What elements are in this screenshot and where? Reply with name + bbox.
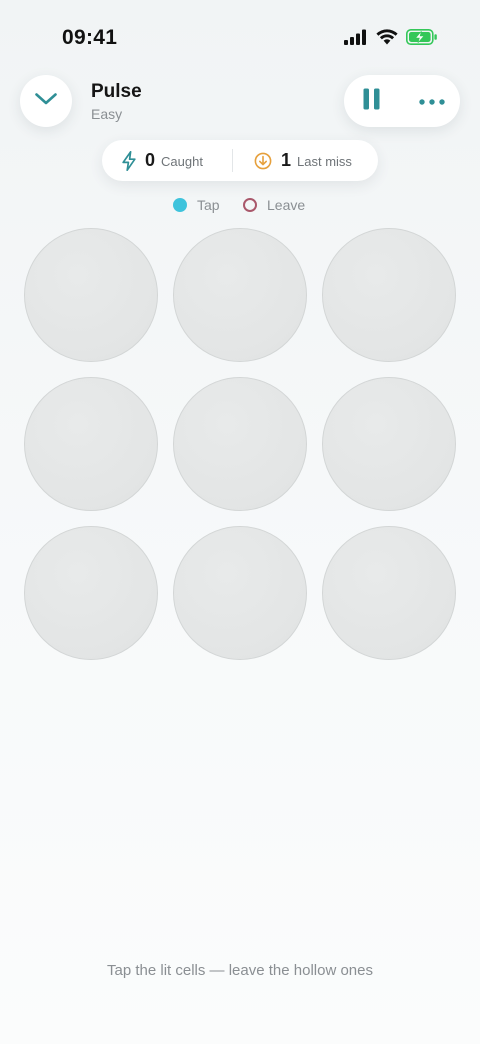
- more-horizontal-icon: [419, 92, 445, 110]
- legend-tap-label: Tap: [197, 197, 220, 213]
- caught-stat: 0 Caught: [122, 140, 203, 181]
- grid-cell[interactable]: [173, 377, 307, 511]
- grid-cell[interactable]: [322, 377, 456, 511]
- legend: Tap Leave: [0, 194, 480, 216]
- collapse-button[interactable]: [20, 75, 72, 127]
- pause-icon: [363, 88, 381, 115]
- grid-cell[interactable]: [173, 228, 307, 362]
- down-arrow-circle-icon: [254, 152, 272, 170]
- last-miss-stat: 1 Last miss: [254, 140, 352, 181]
- wifi-icon: [376, 29, 398, 45]
- legend-leave: Leave: [243, 194, 305, 216]
- status-bar: 09:41: [0, 0, 480, 70]
- grid-cell[interactable]: [24, 526, 158, 660]
- last-miss-label: Last miss: [297, 154, 352, 169]
- legend-leave-label: Leave: [267, 197, 306, 213]
- caught-value: 0: [145, 150, 156, 170]
- lightning-bolt-icon: [122, 150, 136, 171]
- status-time: 09:41: [62, 26, 118, 49]
- chevron-down-icon: [34, 92, 58, 111]
- grid-cell[interactable]: [322, 228, 456, 362]
- caught-label: Caught: [161, 154, 203, 169]
- last-miss-value: 1: [281, 150, 292, 170]
- stats-bar: 0 Caught 1 Last miss: [102, 140, 378, 181]
- cellular-signal-icon: [344, 29, 368, 45]
- hollow-dot-icon: [243, 198, 257, 212]
- legend-tap: Tap: [173, 194, 220, 216]
- stats-divider: [232, 149, 233, 172]
- game-title: Pulse: [91, 81, 142, 102]
- game-grid: [24, 228, 456, 660]
- difficulty-label: Easy: [91, 106, 123, 122]
- pause-button[interactable]: [356, 85, 388, 117]
- battery-charging-icon: [406, 29, 438, 45]
- grid-cell[interactable]: [322, 526, 456, 660]
- title-block: Pulse Easy: [91, 81, 142, 124]
- status-icons: [344, 29, 438, 45]
- game-controls: [344, 75, 460, 127]
- grid-cell[interactable]: [24, 377, 158, 511]
- filled-dot-icon: [173, 198, 187, 212]
- grid-cell[interactable]: [173, 526, 307, 660]
- grid-cell[interactable]: [24, 228, 158, 362]
- more-options-button[interactable]: [416, 85, 448, 117]
- instruction-hint: Tap the lit cells — leave the hollow one…: [107, 962, 373, 979]
